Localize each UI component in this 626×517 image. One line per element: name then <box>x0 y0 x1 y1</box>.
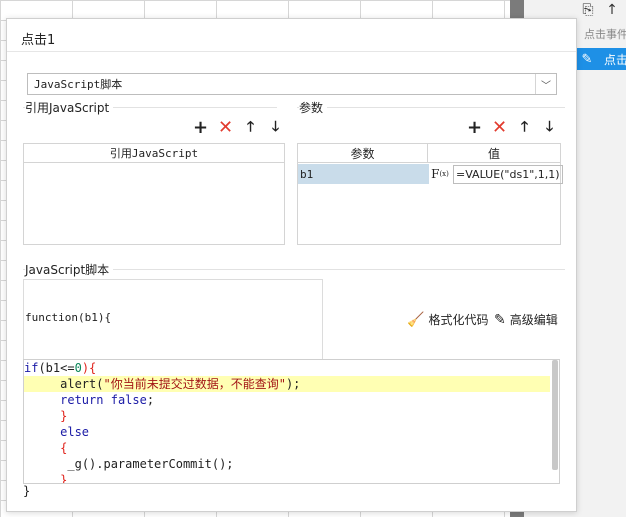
code-token: } <box>60 409 68 423</box>
params-section-line <box>297 107 565 108</box>
pencil-icon[interactable]: ✎ <box>576 52 598 67</box>
arrow-down-icon[interactable]: 🡓 <box>266 118 285 137</box>
arrow-up-icon[interactable]: 🡑 <box>515 118 534 137</box>
code-token: (b1<= <box>38 361 75 375</box>
code-token: false <box>110 393 147 407</box>
param-value-input[interactable]: =VALUE("ds1",1,1) <box>453 165 563 184</box>
code-token: 0 <box>74 361 82 375</box>
arrow-up-icon[interactable]: 🡑 <box>241 118 260 137</box>
plus-icon[interactable]: + <box>191 117 210 138</box>
copy-icon[interactable]: ⎘ <box>578 2 598 18</box>
x-icon[interactable]: ✕ <box>490 117 509 138</box>
code-token: "你当前未提交过数据，不能查询" <box>103 377 286 391</box>
code-token: return <box>60 393 104 407</box>
selected-event-label: 点击 <box>604 52 626 67</box>
params-toolbar: + ✕ 🡑 🡓 <box>465 117 559 138</box>
code-token: _g <box>67 457 82 471</box>
script-section-label: JavaScript脚本 <box>25 261 114 278</box>
arrow-down-icon[interactable]: 🡓 <box>540 118 559 137</box>
function-signature-area: function(b1){ <box>23 279 323 361</box>
dialog-title: 点击1 <box>21 33 56 48</box>
format-code-label: 格式化代码 <box>428 313 489 327</box>
title-divider <box>7 51 576 52</box>
function-signature: function(b1){ <box>25 311 112 324</box>
selected-event-item[interactable]: ✎ 点击 <box>576 48 626 70</box>
broom-icon: 🧹 <box>407 311 425 328</box>
code-token: alert <box>60 377 97 391</box>
ref-js-table[interactable]: 引用JavaScript <box>23 143 285 245</box>
advanced-edit-button[interactable]: ✎ 高级编辑 <box>494 311 558 328</box>
code-line: _g().parameterCommit(); <box>24 456 234 472</box>
code-token: if <box>24 361 39 375</box>
code-token: (); <box>211 457 234 471</box>
code-token: } <box>60 473 68 484</box>
edit-icon: ✎ <box>494 311 506 328</box>
code-token: ); <box>285 377 301 391</box>
formula-label: F <box>431 167 440 181</box>
x-icon[interactable]: ✕ <box>216 117 235 138</box>
code-token: ().parameterCommit <box>81 457 212 471</box>
code-token: { <box>60 441 68 455</box>
code-token: ){ <box>81 361 97 375</box>
format-code-button[interactable]: 🧹 格式化代码 <box>407 311 488 328</box>
params-section-label: 参数 <box>299 99 328 116</box>
arrow-up-icon[interactable]: ↑ <box>602 2 622 18</box>
event-dialog: 点击1 JavaScript脚本 ﹀ 引用JavaScript + ✕ 🡑 🡓 … <box>6 18 577 512</box>
advanced-edit-label: 高级编辑 <box>509 313 558 327</box>
code-line: else <box>24 424 89 440</box>
params-value-header: 值 <box>428 144 560 163</box>
ref-js-section-label: 引用JavaScript <box>25 99 114 116</box>
code-token: ; <box>146 393 155 407</box>
event-list-label: 点击事件 <box>584 28 626 41</box>
code-line: return false; <box>24 392 154 408</box>
formula-icon[interactable]: F (x) <box>429 164 451 184</box>
code-line: if(b1<=0){ <box>24 360 96 376</box>
code-editor[interactable]: if(b1<=0){ alert("你当前未提交过数据，不能查询"); retu… <box>23 359 560 484</box>
code-line: { <box>24 440 67 456</box>
code-line: } <box>24 472 68 484</box>
right-panel-toolbar: ⎘ ↑ <box>578 0 626 20</box>
code-line-highlighted: alert("你当前未提交过数据，不能查询"); <box>24 376 550 392</box>
ref-js-toolbar: + ✕ 🡑 🡓 <box>191 117 285 138</box>
script-type-value: JavaScript脚本 <box>34 78 123 91</box>
params-table: 参数 值 b1 F (x) =VALUE("ds1",1,1) <box>297 143 563 245</box>
ref-js-column-header: 引用JavaScript <box>24 144 284 163</box>
code-line: } <box>24 408 67 424</box>
function-closing-brace: } <box>23 484 31 498</box>
code-token: else <box>60 425 90 439</box>
script-type-select[interactable]: JavaScript脚本 ﹀ <box>27 73 557 95</box>
params-name-header: 参数 <box>298 144 428 163</box>
code-scrollbar[interactable] <box>552 360 558 470</box>
plus-icon[interactable]: + <box>465 117 484 138</box>
chevron-down-icon[interactable]: ﹀ <box>535 74 556 94</box>
formula-sub: (x) <box>439 170 449 178</box>
param-name-cell[interactable]: b1 <box>298 164 429 184</box>
